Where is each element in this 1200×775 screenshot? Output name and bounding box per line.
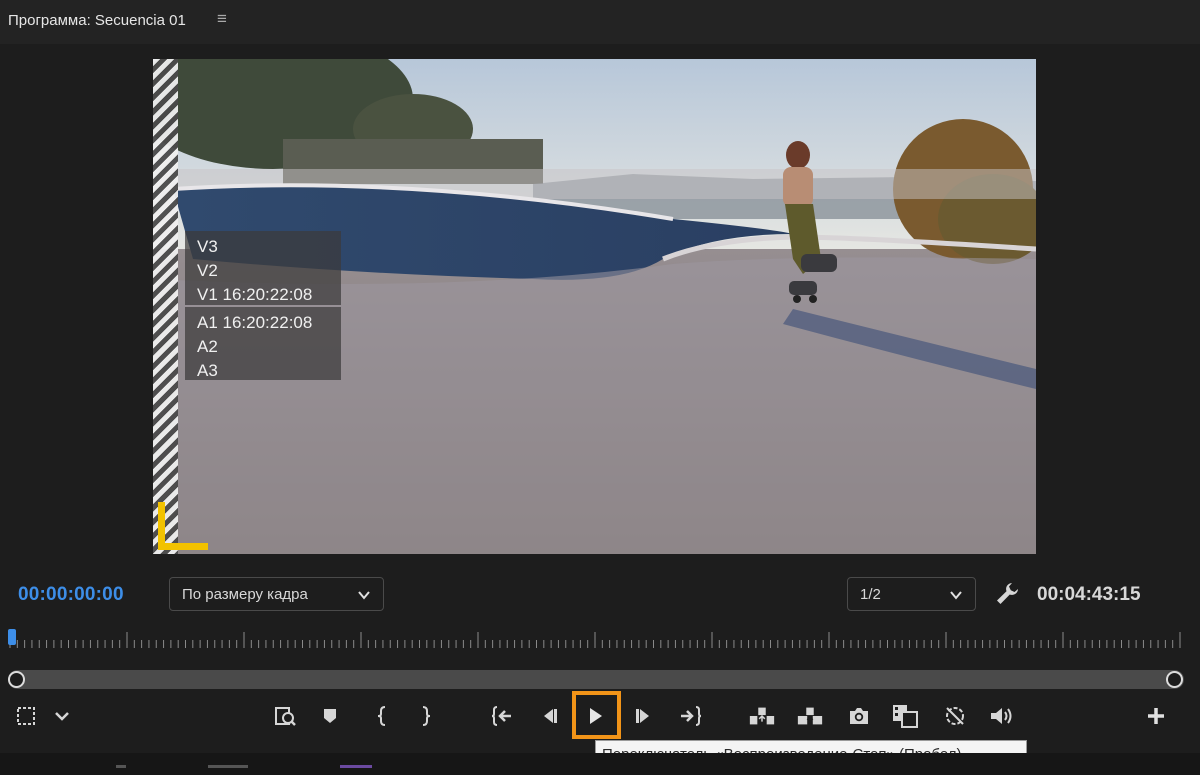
video-tracks-overlay: V3 V2 V1 16:20:22:08 — [185, 231, 341, 305]
overlay-track-a1: A1 16:20:22:08 — [197, 313, 313, 332]
time-ruler[interactable] — [8, 626, 1184, 652]
step-back-icon[interactable] — [535, 702, 563, 730]
chevron-down-icon — [358, 591, 370, 600]
overlay-track-v1: V1 16:20:22:08 — [197, 285, 313, 304]
add-marker-icon[interactable] — [316, 702, 344, 730]
go-to-in-zoom-icon[interactable] — [271, 702, 299, 730]
zoom-scrollbar[interactable] — [8, 670, 1184, 689]
toggle-proxies-icon[interactable] — [941, 702, 969, 730]
duration-timecode: 00:04:43:15 — [1037, 584, 1141, 605]
playhead[interactable] — [8, 629, 16, 645]
overlay-track-v3: V3 — [197, 237, 218, 256]
zoom-level-dropdown[interactable]: По размеру кадра — [169, 577, 384, 611]
chevron-down-icon — [950, 591, 962, 600]
play-button-focus-ring — [572, 691, 621, 739]
panel-fragment — [208, 765, 248, 768]
go-to-out-icon[interactable] — [677, 702, 705, 730]
volume-icon[interactable] — [987, 702, 1015, 730]
overlay-track-a3: A3 — [197, 361, 218, 380]
safe-margin-hatch — [153, 59, 178, 554]
wrench-settings-icon[interactable] — [994, 581, 1020, 607]
zoom-level-value: По размеру кадра — [182, 586, 308, 603]
mark-in-icon[interactable] — [368, 702, 396, 730]
settings-chevron-icon[interactable] — [48, 702, 76, 730]
marker-select-icon[interactable] — [12, 702, 40, 730]
panel-fragment — [116, 765, 126, 768]
go-to-in-icon[interactable] — [488, 702, 516, 730]
comparison-view-icon[interactable] — [891, 702, 919, 730]
panel-header: Программа: Secuencia 01 ≡ — [0, 0, 1200, 44]
extract-icon[interactable] — [796, 702, 824, 730]
bottom-panel-edge — [0, 753, 1200, 775]
mark-out-icon[interactable] — [412, 702, 440, 730]
step-forward-icon[interactable] — [630, 702, 658, 730]
overlay-track-v2: V2 — [197, 261, 218, 280]
overlay-track-a2: A2 — [197, 337, 218, 356]
lift-icon[interactable] — [748, 702, 776, 730]
playback-resolution-value: 1/2 — [860, 586, 881, 603]
export-frame-icon[interactable] — [845, 702, 873, 730]
safe-margin-corner — [158, 502, 208, 550]
panel-fragment — [340, 765, 372, 768]
audio-tracks-overlay: A1 16:20:22:08 A2 A3 — [185, 307, 341, 380]
panel-menu-icon[interactable]: ≡ — [217, 9, 227, 29]
playback-resolution-dropdown[interactable]: 1/2 — [847, 577, 976, 611]
zoom-scrollbar-right-handle[interactable] — [1166, 671, 1183, 688]
add-button-icon[interactable] — [1142, 702, 1170, 730]
current-timecode[interactable]: 00:00:00:00 — [18, 584, 124, 606]
zoom-scrollbar-left-handle[interactable] — [8, 671, 25, 688]
panel-title[interactable]: Программа: Secuencia 01 — [8, 12, 186, 29]
